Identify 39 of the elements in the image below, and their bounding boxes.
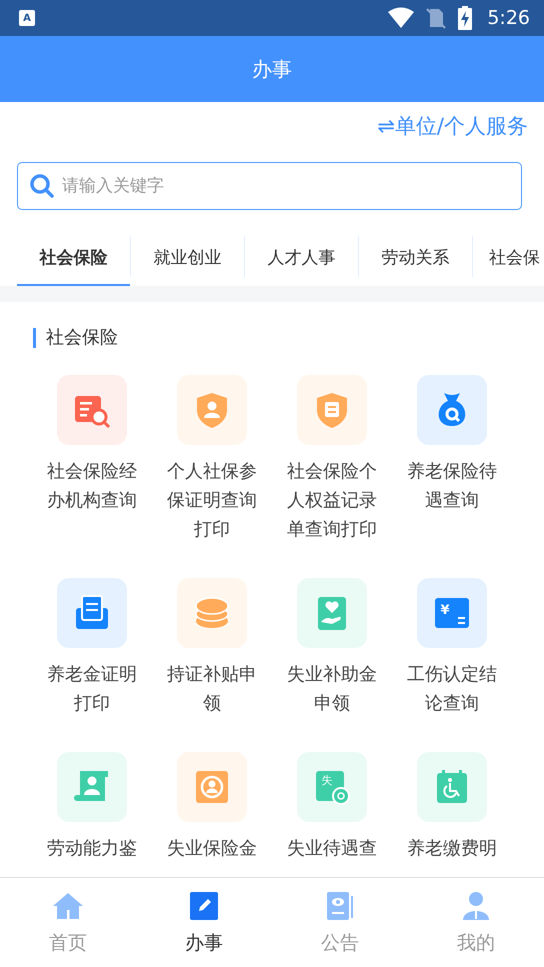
service-tile[interactable]: [297, 375, 367, 445]
service-label: 失业保险金: [167, 837, 257, 861]
service-tile[interactable]: [177, 578, 247, 648]
service-label: 社会保险经 办机构查询: [47, 460, 137, 513]
battery-icon: [457, 6, 474, 30]
service-label: 失业待遇查: [287, 837, 377, 861]
page-title: 办事: [252, 56, 292, 82]
notification-icon: A: [18, 9, 36, 27]
service-label: 养老缴费明: [407, 837, 497, 861]
edit-icon: [188, 890, 220, 922]
service-label: 持证补贴申 领: [167, 663, 257, 716]
service-label: 个人社保参 保证明查询 打印: [167, 460, 257, 542]
service-tile[interactable]: [57, 375, 127, 445]
wifi-icon: [387, 7, 416, 29]
service-tile[interactable]: [177, 752, 247, 822]
category-tab[interactable]: 劳动关系: [359, 230, 472, 286]
section-title: 社会保险: [33, 328, 544, 348]
service-label: 养老保险待 遇查询: [407, 460, 497, 513]
service-tile[interactable]: [177, 375, 247, 445]
person-icon: [460, 890, 492, 922]
service-label: 社会保险个 人权益记录 单查询打印: [287, 460, 377, 542]
service-tile[interactable]: [57, 752, 127, 822]
service-tile[interactable]: [57, 578, 127, 648]
service-label: 劳动能力鉴: [47, 837, 137, 861]
search-field[interactable]: 请输入关键字: [17, 162, 522, 210]
category-tab[interactable]: 人才人事: [245, 230, 358, 286]
category-tab[interactable]: 社会保: [473, 230, 540, 286]
service-label: 工伤认定结 论查询: [407, 663, 497, 716]
no-sim-icon: [425, 7, 448, 29]
service-label: 养老金证明 打印: [47, 663, 137, 716]
notice-icon: [324, 890, 356, 922]
clock-time: 5:26: [487, 7, 530, 29]
service-tile[interactable]: [297, 578, 367, 648]
category-tab[interactable]: 就业创业: [131, 230, 244, 286]
search-icon: [29, 173, 55, 199]
service-label: 失业补助金 申领: [287, 663, 377, 716]
service-tile[interactable]: [417, 752, 487, 822]
service-tile[interactable]: [417, 375, 487, 445]
service-tile[interactable]: ¥: [417, 578, 487, 648]
